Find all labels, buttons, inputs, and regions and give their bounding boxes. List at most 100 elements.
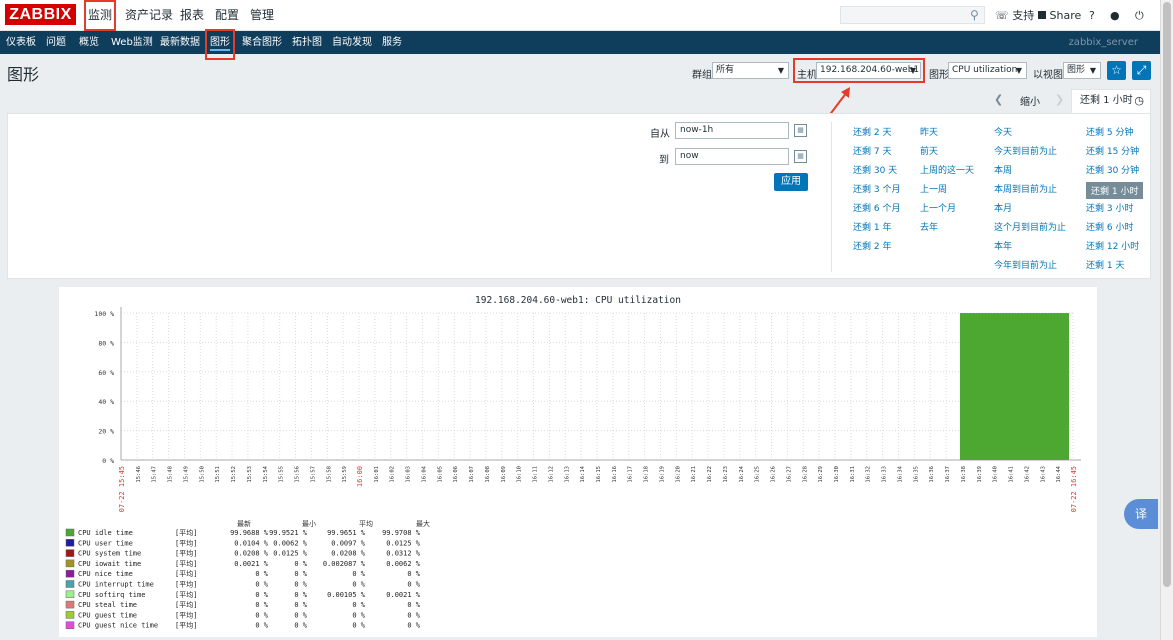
view-select[interactable]: 图形 ▼ xyxy=(1063,62,1101,79)
graph-select[interactable]: CPU utilization ▼ xyxy=(948,62,1027,79)
quick-range-link[interactable]: 本周到目前为止 xyxy=(994,182,1057,195)
legend-value: 0 % xyxy=(407,601,420,609)
quick-range-link[interactable]: 还剩 2 年 xyxy=(853,239,891,252)
nav-web[interactable]: Web监测 xyxy=(111,31,153,54)
legend-swatch xyxy=(65,621,75,629)
quick-range-link[interactable]: 本周 xyxy=(994,163,1012,176)
search-icon[interactable]: ⚲ xyxy=(970,8,979,22)
chevron-down-icon: ▼ xyxy=(1015,66,1022,75)
quick-range-link[interactable]: 今年到目前为止 xyxy=(994,258,1057,271)
help-button[interactable]: ? xyxy=(1089,0,1095,31)
scrollbar[interactable] xyxy=(1160,0,1173,640)
sub-navigation: 仪表板 问题 概览 Web监测 最新数据 图形 聚合图形 拓扑图 自动发现 服务… xyxy=(0,31,1160,54)
menu-reports[interactable]: 报表 xyxy=(176,0,208,31)
zabbix-logo[interactable]: ZABBIX xyxy=(5,4,76,25)
x-tick-label: 16:13 xyxy=(564,466,570,483)
search-input[interactable] xyxy=(840,6,985,24)
legend-name: CPU interrupt time xyxy=(78,581,154,589)
zoom-out-button[interactable]: 缩小 xyxy=(1020,93,1040,108)
nav-maps[interactable]: 拓扑图 xyxy=(292,31,322,54)
quick-range-link[interactable]: 去年 xyxy=(920,220,938,233)
x-tick-label: 15:52 xyxy=(231,466,237,483)
y-tick-label: 20 % xyxy=(98,428,114,436)
quick-range-link[interactable]: 还剩 3 个月 xyxy=(853,182,900,195)
quick-range-link[interactable]: 还剩 30 分钟 xyxy=(1086,163,1139,176)
quick-range-link[interactable]: 今天 xyxy=(994,125,1012,138)
nav-dashboard[interactable]: 仪表板 xyxy=(6,31,36,54)
x-tick-label: 15:54 xyxy=(263,465,269,482)
quick-range-link[interactable]: 还剩 3 小时 xyxy=(1086,201,1133,214)
calendar-icon[interactable]: ▦ xyxy=(794,124,807,137)
x-tick-label: 16:28 xyxy=(802,466,808,483)
x-tick-label: 16:09 xyxy=(501,466,507,483)
x-tick-label: 15:48 xyxy=(168,466,174,483)
nav-problems[interactable]: 问题 xyxy=(46,31,66,54)
quick-range-link[interactable]: 还剩 6 个月 xyxy=(853,201,900,214)
legend-name: CPU steal time xyxy=(78,601,137,609)
menu-configuration[interactable]: 配置 xyxy=(211,0,243,31)
quick-range-link[interactable]: 还剩 15 分钟 xyxy=(1086,144,1139,157)
view-value: 图形 xyxy=(1067,65,1086,75)
legend-value: 99.9651 % xyxy=(327,529,366,537)
to-input[interactable]: now xyxy=(675,148,789,165)
fullscreen-icon[interactable]: ⤢ xyxy=(1132,61,1151,80)
quick-range-link[interactable]: 还剩 1 天 xyxy=(1086,258,1124,271)
calendar-icon[interactable]: ▦ xyxy=(794,150,807,163)
quick-range-link[interactable]: 还剩 2 天 xyxy=(853,125,891,138)
x-tick-label: 16:17 xyxy=(628,466,634,483)
x-tick-label: 16:37 xyxy=(945,466,951,483)
quick-range-link[interactable]: 上周的这一天 xyxy=(920,163,974,176)
sign-out-icon[interactable]: ⏻ xyxy=(1135,0,1144,31)
quick-range-link[interactable]: 还剩 6 小时 xyxy=(1086,220,1133,233)
nav-screens[interactable]: 聚合图形 xyxy=(242,31,282,54)
x-tick-label: 16:26 xyxy=(771,466,777,483)
legend-agg: [平均] xyxy=(175,600,197,609)
translate-button[interactable]: 译 xyxy=(1124,499,1158,529)
scrollbar-thumb[interactable] xyxy=(1163,2,1171,587)
nav-discovery[interactable]: 自动发现 xyxy=(332,31,372,54)
group-label: 群组 xyxy=(692,70,712,81)
quick-range-link[interactable]: 还剩 12 小时 xyxy=(1086,239,1139,252)
quick-range-link[interactable]: 前天 xyxy=(920,144,938,157)
quick-range-link[interactable]: 这个月到目前为止 xyxy=(994,220,1066,233)
time-tab-active[interactable]: 还剩 1 小时 ◷ xyxy=(1071,89,1151,113)
cpu-utilization-chart[interactable]: 07-22 15:45 15:46 15:47 15:48 15:49 15:50 15:5… xyxy=(59,287,1097,637)
quick-range-link[interactable]: 昨天 xyxy=(920,125,938,138)
menu-administration[interactable]: 管理 xyxy=(246,0,278,31)
quick-range-link[interactable]: 本年 xyxy=(994,239,1012,252)
time-prev-icon[interactable]: ❮ xyxy=(994,93,1003,106)
quick-range-link[interactable]: 还剩 30 天 xyxy=(853,163,897,176)
legend-value: 0.0062 % xyxy=(386,560,421,568)
quick-range-link[interactable]: 还剩 1 年 xyxy=(853,220,891,233)
quick-range-link[interactable]: 还剩 7 天 xyxy=(853,144,891,157)
from-input[interactable]: now-1h xyxy=(675,122,789,139)
menu-monitoring[interactable]: 监测 xyxy=(84,0,117,31)
legend-value: 0 % xyxy=(294,581,307,589)
legend-value: 0.0125 % xyxy=(273,550,308,558)
nav-overview[interactable]: 概览 xyxy=(79,31,99,54)
x-tick-label: 16:02 xyxy=(390,466,396,483)
apply-button[interactable]: 应用 xyxy=(774,173,808,191)
quick-range-link[interactable]: 还剩 1 小时 xyxy=(1086,182,1144,199)
legend-value: 0 % xyxy=(407,570,420,578)
quick-range-link[interactable]: 本月 xyxy=(994,201,1012,214)
quick-range-link[interactable]: 今天到目前为止 xyxy=(994,144,1057,157)
user-profile-icon[interactable]: ● xyxy=(1110,0,1120,31)
group-select[interactable]: 所有 ▼ xyxy=(712,62,789,79)
quick-range-link[interactable]: 还剩 5 分钟 xyxy=(1086,125,1133,138)
time-selector-panel: 自从 now-1h ▦ 到 now ▦ 应用 还剩 2 天还剩 7 天还剩 30… xyxy=(7,113,1151,279)
legend-swatch xyxy=(65,559,75,568)
legend-value: 0 % xyxy=(294,611,307,619)
quick-range-link[interactable]: 上一个月 xyxy=(920,201,956,214)
nav-latest-data[interactable]: 最新数据 xyxy=(160,31,200,54)
legend-value: 0.0062 % xyxy=(273,539,308,547)
nav-services[interactable]: 服务 xyxy=(382,31,402,54)
quick-range-link[interactable]: 上一周 xyxy=(920,182,947,195)
x-tick-label: 16:04 xyxy=(421,465,427,482)
menu-inventory[interactable]: 资产记录 xyxy=(121,0,177,31)
nav-active-indicator xyxy=(210,49,230,51)
support-link[interactable]: ☏ 支持 xyxy=(995,0,1034,31)
favorite-star-icon[interactable]: ☆ xyxy=(1107,61,1126,80)
time-next-icon[interactable]: ❯ xyxy=(1055,93,1064,106)
share-link[interactable]: Share xyxy=(1038,0,1081,31)
